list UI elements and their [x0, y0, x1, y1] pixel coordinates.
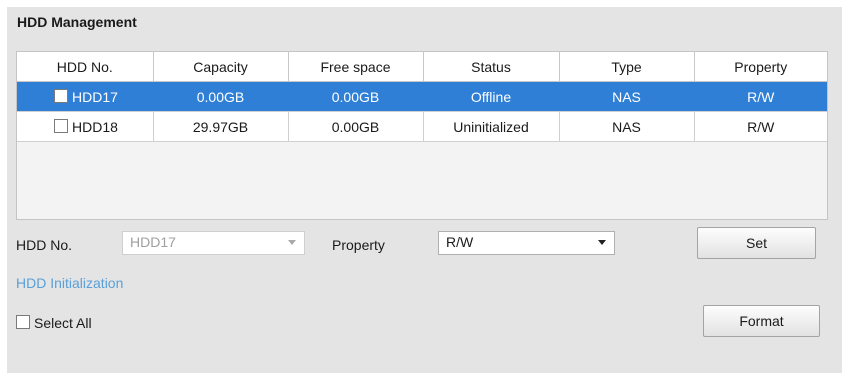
hdd-name: HDD18 [72, 118, 118, 135]
chevron-down-icon [288, 240, 296, 245]
hdd-initialization-link[interactable]: HDD Initialization [16, 275, 123, 291]
select-all-label: Select All [34, 315, 92, 331]
select-all-control[interactable]: Select All [16, 315, 92, 331]
select-all-checkbox[interactable] [16, 315, 30, 329]
hdd-no-label: HDD No. [16, 237, 73, 253]
column-header-free-space[interactable]: Free space [288, 52, 424, 82]
column-header-type[interactable]: Type [559, 52, 695, 82]
cell-free-space: 0.00GB [288, 81, 424, 112]
hdd-table-container: HDD No. Capacity Free space Status Type … [16, 51, 828, 220]
row-checkbox[interactable] [54, 88, 68, 103]
column-header-hdd-no[interactable]: HDD No. [17, 52, 154, 82]
cell-capacity: 29.97GB [153, 111, 289, 142]
property-select-value: R/W [446, 234, 474, 250]
cell-free-space: 0.00GB [288, 111, 424, 142]
cell-capacity: 0.00GB [153, 81, 289, 112]
table-row[interactable]: HDD17 0.00GB 0.00GB Offline NAS R/W [17, 81, 827, 112]
hdd-name: HDD17 [72, 88, 118, 105]
format-button[interactable]: Format [703, 305, 820, 337]
table-header-row: HDD No. Capacity Free space Status Type … [17, 52, 827, 82]
hdd-management-panel: HDD Management HDD No. Capacity Free spa… [7, 7, 842, 373]
hdd-no-select: HDD17 [122, 231, 305, 255]
cell-hdd-no: HDD17 [17, 81, 154, 112]
cell-type: NAS [559, 81, 695, 112]
column-header-status[interactable]: Status [423, 52, 560, 82]
hdd-table: HDD No. Capacity Free space Status Type … [17, 52, 827, 142]
property-label: Property [332, 237, 385, 253]
cell-hdd-no: HDD18 [17, 111, 154, 142]
column-header-property[interactable]: Property [694, 52, 827, 82]
row-checkbox[interactable] [54, 118, 68, 133]
table-row[interactable]: HDD18 29.97GB 0.00GB Uninitialized NAS R… [17, 111, 827, 142]
cell-status: Uninitialized [423, 111, 560, 142]
panel-title: HDD Management [17, 14, 137, 30]
set-button[interactable]: Set [697, 227, 816, 259]
cell-status: Offline [423, 81, 560, 112]
column-header-capacity[interactable]: Capacity [153, 52, 289, 82]
chevron-down-icon [598, 240, 606, 245]
property-select[interactable]: R/W [438, 231, 615, 255]
hdd-no-select-value: HDD17 [130, 234, 176, 250]
cell-type: NAS [559, 111, 695, 142]
cell-property: R/W [694, 111, 827, 142]
cell-property: R/W [694, 81, 827, 112]
